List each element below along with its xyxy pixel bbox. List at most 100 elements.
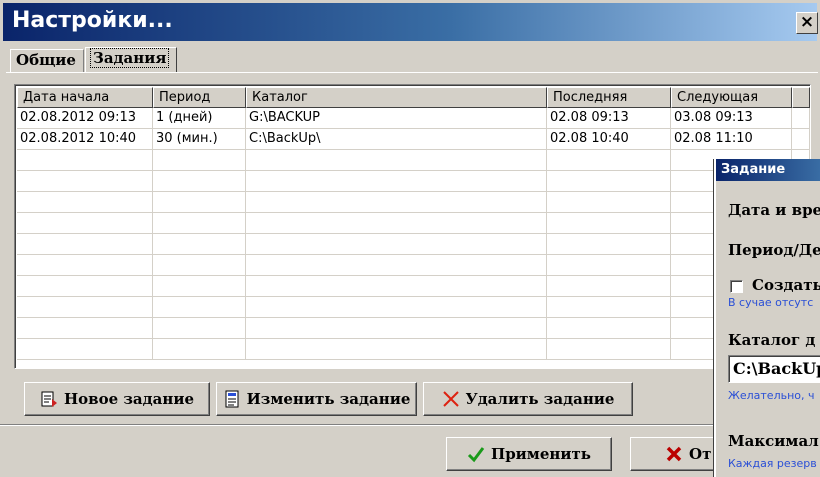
- cell-empty: [17, 171, 153, 192]
- cell-empty: [153, 255, 246, 276]
- cell-next: 03.08 09:13: [671, 108, 792, 129]
- cell-last: 02.08 09:13: [547, 108, 671, 129]
- column-header-filler: [792, 87, 810, 108]
- table-header: Дата начала Период Каталог Последняя Сле…: [17, 87, 810, 108]
- cell-empty: [153, 318, 246, 339]
- table-row-empty: [17, 318, 810, 339]
- column-header-start-date[interactable]: Дата начала: [17, 87, 153, 108]
- folder-hint: Желательно, ч: [728, 389, 815, 402]
- cancel-label: От: [689, 445, 712, 463]
- cell-empty: [17, 276, 153, 297]
- cell-empty: [246, 192, 547, 213]
- tab-tasks[interactable]: Задания: [85, 47, 177, 73]
- cell-empty: [547, 318, 671, 339]
- cell-empty: [17, 234, 153, 255]
- edit-document-icon: [223, 390, 241, 408]
- apply-button[interactable]: Применить: [446, 437, 612, 471]
- close-button[interactable]: ×: [796, 12, 818, 34]
- cell-filler: [792, 108, 810, 129]
- cell-empty: [17, 213, 153, 234]
- cell-empty: [17, 339, 153, 360]
- cell-empty: [153, 150, 246, 171]
- tasks-table[interactable]: Дата начала Период Каталог Последняя Сле…: [14, 84, 811, 369]
- cell-empty: [153, 339, 246, 360]
- folder-input[interactable]: C:\BackUp: [728, 355, 820, 383]
- task-dialog: Задание Дата и вре Период/Де Создать В с…: [714, 159, 820, 477]
- period-label: Период/Де: [728, 241, 820, 259]
- delete-task-button[interactable]: Удалить задание: [423, 382, 633, 416]
- cell-period: 1 (дней): [153, 108, 246, 129]
- cell-empty: [153, 171, 246, 192]
- cell-start-date: 02.08.2012 10:40: [17, 129, 153, 150]
- max-label: Максимал: [728, 432, 819, 450]
- cell-empty: [547, 297, 671, 318]
- column-header-next[interactable]: Следующая: [671, 87, 792, 108]
- create-checkbox[interactable]: [730, 280, 743, 293]
- edit-task-label: Изменить задание: [246, 390, 411, 408]
- new-task-button[interactable]: Новое задание: [24, 382, 210, 416]
- table-row-empty: [17, 150, 810, 171]
- separator: [0, 424, 820, 426]
- cell-filler: [792, 129, 810, 150]
- cell-empty: [153, 276, 246, 297]
- max-hint: Каждая резерв: [728, 457, 817, 470]
- green-check-icon: [467, 445, 485, 463]
- cell-empty: [17, 150, 153, 171]
- datetime-label: Дата и вре: [728, 201, 820, 219]
- table-row[interactable]: 02.08.2012 10:40 30 (мин.) C:\BackUp\ 02…: [17, 129, 810, 150]
- create-hint: В сучае отсутс: [728, 296, 814, 309]
- cell-empty: [153, 297, 246, 318]
- cell-empty: [246, 213, 547, 234]
- cell-empty: [547, 192, 671, 213]
- table-row-empty: [17, 171, 810, 192]
- tab-general[interactable]: Общие: [10, 49, 84, 72]
- cell-empty: [246, 171, 547, 192]
- tab-panel-edge: [6, 72, 818, 73]
- task-dialog-title[interactable]: Задание: [716, 159, 820, 181]
- new-task-label: Новое задание: [63, 390, 195, 408]
- folder-label: Каталог д: [728, 331, 816, 349]
- cell-empty: [547, 339, 671, 360]
- table-body: 02.08.2012 09:13 1 (дней) G:\BACKUP 02.0…: [17, 108, 810, 368]
- cell-empty: [547, 255, 671, 276]
- tab-tasks-label: Задания: [90, 48, 170, 68]
- table-row-empty: [17, 255, 810, 276]
- table-row-empty: [17, 339, 810, 360]
- cell-empty: [246, 150, 547, 171]
- cell-empty: [17, 192, 153, 213]
- cell-empty: [153, 213, 246, 234]
- cell-empty: [246, 297, 547, 318]
- cell-next: 02.08 11:10: [671, 129, 792, 150]
- cell-period: 30 (мин.): [153, 129, 246, 150]
- cell-empty: [17, 297, 153, 318]
- cell-empty: [246, 318, 547, 339]
- title-bar[interactable]: Настройки... ×: [3, 3, 818, 41]
- red-x-icon: [665, 445, 683, 463]
- cell-empty: [547, 171, 671, 192]
- cell-empty: [246, 276, 547, 297]
- cell-folder: C:\BackUp\: [246, 129, 547, 150]
- table-row-empty: [17, 297, 810, 318]
- cell-empty: [153, 234, 246, 255]
- cell-empty: [547, 276, 671, 297]
- red-cross-icon: [442, 390, 460, 408]
- apply-label: Применить: [491, 445, 591, 463]
- table-row[interactable]: 02.08.2012 09:13 1 (дней) G:\BACKUP 02.0…: [17, 108, 810, 129]
- settings-window: Настройки... × Общие Задания Дата начала…: [0, 0, 820, 477]
- delete-task-label: Удалить задание: [465, 390, 615, 408]
- cell-empty: [246, 255, 547, 276]
- table-row-empty: [17, 234, 810, 255]
- cell-empty: [246, 234, 547, 255]
- column-header-period[interactable]: Период: [153, 87, 246, 108]
- column-header-folder[interactable]: Каталог: [246, 87, 547, 108]
- create-label: Создать: [752, 276, 820, 294]
- table-row-empty: [17, 192, 810, 213]
- cell-folder: G:\BACKUP: [246, 108, 547, 129]
- cell-empty: [547, 150, 671, 171]
- cell-empty: [547, 234, 671, 255]
- cell-empty: [17, 255, 153, 276]
- edit-task-button[interactable]: Изменить задание: [216, 382, 417, 416]
- column-header-last[interactable]: Последняя: [547, 87, 671, 108]
- cell-empty: [17, 318, 153, 339]
- cell-empty: [153, 192, 246, 213]
